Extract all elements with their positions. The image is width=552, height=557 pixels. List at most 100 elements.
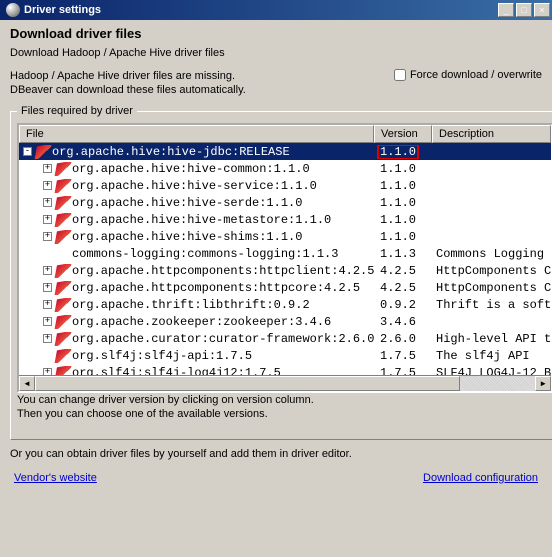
table-row[interactable]: + org.apache.thrift:libthrift:0.9.2 0.9.2T… [19,296,551,313]
version-cell[interactable]: 1.1.0 [374,179,432,193]
window-title: Driver settings [24,4,498,16]
expand-icon[interactable]: + [43,266,52,275]
version-cell[interactable]: 1.1.0 [374,196,432,210]
version-hint: You can change driver version by clickin… [17,393,552,421]
grid-body: -org.apache.hive:hive-jdbc:RELEASE1.1.0+… [19,143,551,381]
file-name: org.apache.thrift:libthrift:0.9.2 [72,298,310,312]
table-row[interactable]: - org.apache.hive:hive-jdbc:RELEASE 1.1.0 [19,143,551,160]
download-config-link[interactable]: Download configuration [423,472,538,484]
table-row[interactable]: + org.apache.hive:hive-serde:1.1.0 1.1.0 [19,194,551,211]
table-row[interactable]: commons-logging:commons-logging:1.1.3 1.1… [19,245,551,262]
expand-icon[interactable]: + [43,317,52,326]
file-cell: + org.apache.httpcomponents:httpclient:4.… [19,264,374,278]
description-cell: High-level API t [432,332,551,346]
feather-icon [34,145,51,159]
expand-icon[interactable]: + [43,300,52,309]
version-cell[interactable]: 1.1.0 [374,162,432,176]
scroll-thumb[interactable] [35,376,460,391]
page-title: Download driver files [10,26,542,41]
minimize-button[interactable]: _ [498,3,514,17]
file-cell: + org.apache.hive:hive-common:1.1.0 [19,162,374,176]
blank-icon [56,247,70,261]
horizontal-scrollbar[interactable]: ◄ ► [19,375,551,391]
force-download-label: Force download / overwrite [410,69,542,81]
expand-icon[interactable]: + [43,198,52,207]
grid-header: File Version Description [19,125,551,143]
file-name: org.apache.hive:hive-common:1.1.0 [72,162,310,176]
version-cell[interactable]: 1.1.0 [374,145,432,159]
expand-icon[interactable]: + [43,215,52,224]
table-row[interactable]: + org.apache.curator:curator-framework:2.… [19,330,551,347]
file-name: org.apache.hive:hive-metastore:1.1.0 [72,213,331,227]
file-cell: + org.apache.hive:hive-serde:1.1.0 [19,196,374,210]
description-cell: HttpComponents C [432,264,551,278]
table-row[interactable]: + org.apache.httpcomponents:httpclient:4.… [19,262,551,279]
force-download-checkbox[interactable]: Force download / overwrite [394,69,542,81]
version-cell[interactable]: 1.1.0 [374,230,432,244]
table-row[interactable]: + org.apache.zookeeper:zookeeper:3.4.6 3.4… [19,313,551,330]
table-row[interactable]: + org.apache.hive:hive-metastore:1.1.0 1.1… [19,211,551,228]
expand-icon[interactable]: + [43,334,52,343]
feather-icon [54,162,71,176]
files-required-legend: Files required by driver [17,105,137,117]
scroll-left-button[interactable]: ◄ [19,376,35,391]
version-cell[interactable]: 4.2.5 [374,281,432,295]
feather-icon [54,298,71,312]
expand-icon[interactable]: + [43,232,52,241]
version-cell[interactable]: 1.1.3 [374,247,432,261]
feather-icon [54,281,71,295]
vendor-website-link[interactable]: Vendor's website [14,472,97,484]
collapse-icon[interactable]: - [23,147,32,156]
file-name: org.apache.zookeeper:zookeeper:3.4.6 [72,315,331,329]
version-cell[interactable]: 1.1.0 [374,213,432,227]
version-cell[interactable]: 4.2.5 [374,264,432,278]
table-row[interactable]: org.slf4j:slf4j-api:1.7.51.7.5The slf4j … [19,347,551,364]
file-name: org.apache.httpcomponents:httpclient:4.2… [72,264,374,278]
version-cell[interactable]: 2.6.0 [374,332,432,346]
file-cell: + org.apache.curator:curator-framework:2.… [19,332,374,346]
table-row[interactable]: + org.apache.hive:hive-common:1.1.0 1.1.0 [19,160,551,177]
maximize-button[interactable]: □ [516,3,532,17]
file-cell: +org.apache.httpcomponents:httpcore:4.2.… [19,281,374,295]
app-icon [6,3,20,17]
feather-icon [54,213,71,227]
files-grid[interactable]: File Version Description - org.apache.hiv… [17,123,552,393]
col-header-version[interactable]: Version [374,125,432,143]
version-cell[interactable]: 0.9.2 [374,298,432,312]
expand-icon[interactable]: + [43,283,52,292]
file-cell: + org.apache.hive:hive-metastore:1.1.0 [19,213,374,227]
file-name: org.apache.hive:hive-jdbc:RELEASE [52,145,290,159]
file-cell: org.slf4j:slf4j-api:1.7.5 [19,349,374,363]
file-name: commons-logging:commons-logging:1.1.3 [72,247,338,261]
description-cell: Thrift is a soft [432,298,551,312]
missing-files-message: Hadoop / Apache Hive driver files are mi… [10,69,394,97]
close-button[interactable]: × [534,3,550,17]
obtain-hint: Or you can obtain driver files by yourse… [10,448,542,460]
col-header-file[interactable]: File [19,125,374,143]
file-cell: commons-logging:commons-logging:1.1.3 [19,247,374,261]
force-download-input[interactable] [394,69,406,81]
table-row[interactable]: +org.apache.hive:hive-service:1.1.01.1.0 [19,177,551,194]
description-cell: HttpComponents C [432,281,551,295]
title-bar: Driver settings _ □ × [0,0,552,20]
file-name: org.apache.hive:hive-shims:1.1.0 [72,230,302,244]
scroll-track[interactable] [35,376,535,391]
col-header-description[interactable]: Description [432,125,551,143]
feather-icon [54,196,71,210]
file-name: org.apache.curator:curator-framework:2.6… [72,332,374,346]
file-cell: + org.apache.thrift:libthrift:0.9.2 [19,298,374,312]
file-cell: - org.apache.hive:hive-jdbc:RELEASE [19,145,374,159]
page-subtitle: Download Hadoop / Apache Hive driver fil… [10,47,542,59]
version-cell[interactable]: 3.4.6 [374,315,432,329]
files-required-group: Files required by driver File Version De… [10,105,552,440]
feather-icon [54,264,71,278]
expand-icon[interactable]: + [43,181,52,190]
feather-icon [54,332,71,346]
file-name: org.apache.hive:hive-serde:1.1.0 [72,196,302,210]
table-row[interactable]: + org.apache.hive:hive-shims:1.1.0 1.1.0 [19,228,551,245]
table-row[interactable]: +org.apache.httpcomponents:httpcore:4.2.… [19,279,551,296]
version-cell[interactable]: 1.7.5 [374,349,432,363]
file-name: org.slf4j:slf4j-api:1.7.5 [72,349,252,363]
scroll-right-button[interactable]: ► [535,376,551,391]
expand-icon[interactable]: + [43,164,52,173]
